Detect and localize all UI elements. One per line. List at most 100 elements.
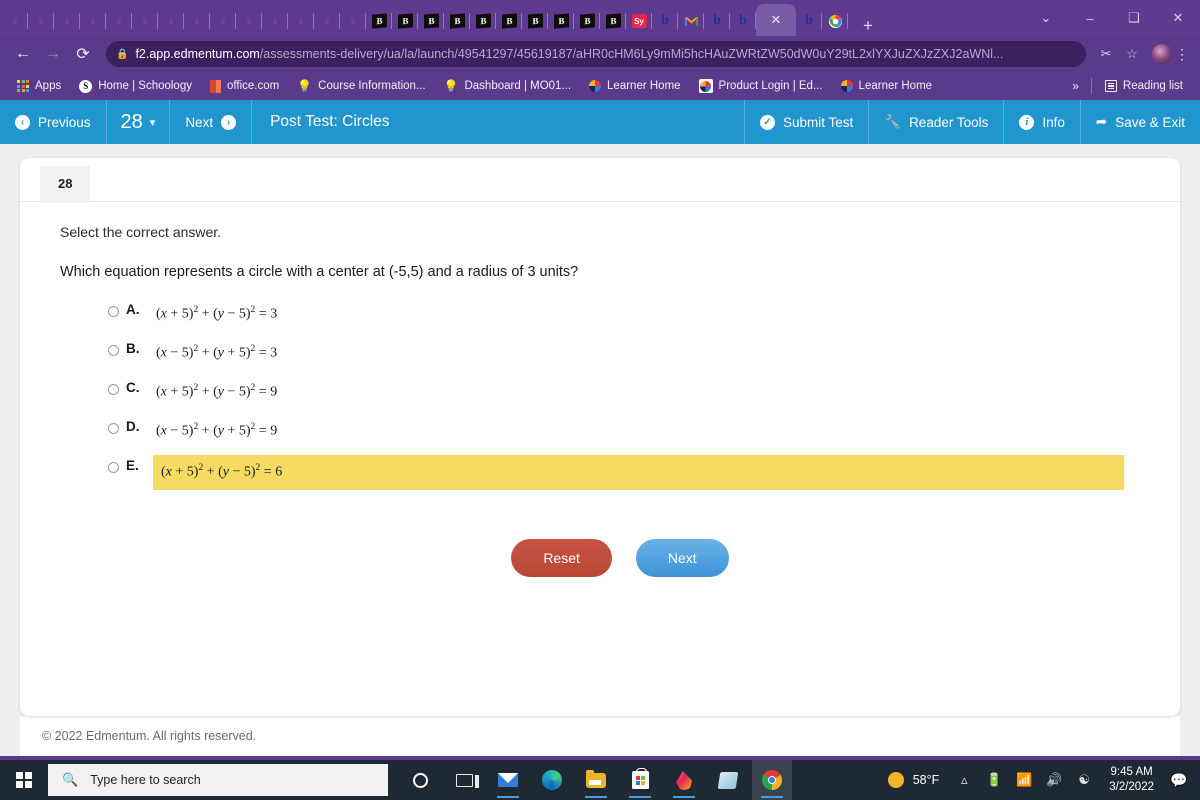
bookmark-learner-home-2[interactable]: Learner Home bbox=[832, 75, 942, 97]
option-row[interactable]: B. (x − 5)2 + (y + 5)2 = 3 bbox=[60, 341, 1180, 380]
tab-course-6[interactable]: ♀ bbox=[132, 6, 158, 36]
start-button[interactable] bbox=[0, 760, 48, 800]
bookmarks-bar: Apps S Home | Schoology office.com 💡 Cou… bbox=[0, 72, 1200, 100]
bookmark-learner-home-1[interactable]: Learner Home bbox=[580, 75, 690, 97]
minimize-button[interactable]: – bbox=[1068, 11, 1112, 26]
avatar[interactable] bbox=[1152, 44, 1172, 64]
tab-bigideas-7[interactable]: B bbox=[522, 6, 548, 36]
radio-button[interactable] bbox=[108, 345, 119, 356]
save-exit-button[interactable]: ➦ Save & Exit bbox=[1079, 100, 1200, 144]
bookmark-dashboard[interactable]: 💡 Dashboard | MO01... bbox=[435, 75, 581, 97]
tab-bigideas-2[interactable]: B bbox=[392, 6, 418, 36]
tab-bold-b-1[interactable]: b bbox=[652, 6, 678, 36]
bookmark-star-icon[interactable]: ☆ bbox=[1120, 46, 1144, 62]
chrome-button[interactable] bbox=[752, 760, 792, 800]
windows-taskbar: 🔍 Type here to search 58°F ▵ 🔋 📶 🔊 ☯ 9:4… bbox=[0, 760, 1200, 800]
tab-bigideas-3[interactable]: B bbox=[418, 6, 444, 36]
kebab-menu-icon[interactable]: ⋮ bbox=[1172, 46, 1192, 63]
tab-sy[interactable]: Sy bbox=[626, 6, 652, 36]
tab-course-11[interactable]: ♀ bbox=[262, 6, 288, 36]
tab-bigideas-1[interactable]: B bbox=[366, 6, 392, 36]
previous-button[interactable]: ‹ Previous bbox=[0, 100, 107, 144]
close-window-button[interactable]: ✕ bbox=[1156, 10, 1200, 26]
tab-course-1[interactable]: ♀ bbox=[2, 6, 28, 36]
paint3d-button[interactable] bbox=[664, 760, 704, 800]
tab-course-4[interactable]: ♀ bbox=[80, 6, 106, 36]
option-row[interactable]: C. (x + 5)2 + (y − 5)2 = 9 bbox=[60, 380, 1180, 419]
tab-course-7[interactable]: ♀ bbox=[158, 6, 184, 36]
share-icon[interactable]: ✂ bbox=[1094, 46, 1118, 62]
maximize-button[interactable]: ❑ bbox=[1112, 10, 1156, 26]
reader-tools-button[interactable]: 🔧 Reader Tools bbox=[868, 100, 1003, 144]
tab-bigideas-9[interactable]: B bbox=[574, 6, 600, 36]
info-button[interactable]: i Info bbox=[1003, 100, 1080, 144]
tab-course-5[interactable]: ♀ bbox=[106, 6, 132, 36]
address-bar[interactable]: 🔒 f2.app.edmentum.com/assessments-delive… bbox=[106, 41, 1086, 67]
tab-course-2[interactable]: ♀ bbox=[28, 6, 54, 36]
tab-bigideas-10[interactable]: B bbox=[600, 6, 626, 36]
reading-list-button[interactable]: Reading list bbox=[1096, 75, 1192, 97]
window-controls: ⌄ – ❑ ✕ bbox=[1024, 0, 1200, 36]
submit-test-button[interactable]: ✓ Submit Test bbox=[743, 100, 868, 144]
question-number-dropdown[interactable]: 28 ▾ bbox=[107, 100, 171, 144]
bookmark-schoology[interactable]: S Home | Schoology bbox=[70, 75, 201, 97]
taskbar-clock[interactable]: 9:45 AM 3/2/2022 bbox=[1099, 765, 1164, 795]
tab-bold-b-2[interactable]: b bbox=[704, 6, 730, 36]
store-button[interactable] bbox=[620, 760, 660, 800]
weather-widget[interactable]: 58°F bbox=[878, 772, 950, 788]
tab-bold-b-4[interactable]: b bbox=[796, 6, 822, 36]
bookmark-apps[interactable]: Apps bbox=[8, 75, 70, 97]
radio-button[interactable] bbox=[108, 306, 119, 317]
edmentum-icon bbox=[840, 80, 853, 92]
edge-button[interactable] bbox=[532, 760, 572, 800]
tab-bigideas-4[interactable]: B bbox=[444, 6, 470, 36]
tab-bigideas-6[interactable]: B bbox=[496, 6, 522, 36]
mail-button[interactable] bbox=[488, 760, 528, 800]
tab-gmail[interactable] bbox=[678, 6, 704, 36]
reload-button[interactable]: ⟳ bbox=[68, 44, 98, 64]
tab-active-edmentum[interactable]: ✕ bbox=[756, 4, 796, 36]
chevron-up-icon[interactable]: ▵ bbox=[949, 772, 979, 788]
new-tab-button[interactable]: + bbox=[856, 16, 880, 36]
tab-course-8[interactable]: ♀ bbox=[184, 6, 210, 36]
action-buttons: Reset Next bbox=[60, 539, 1180, 577]
back-button[interactable]: ← bbox=[8, 45, 38, 63]
tab-google[interactable] bbox=[822, 6, 848, 36]
tab-course-10[interactable]: ♀ bbox=[236, 6, 262, 36]
next-button-toolbar[interactable]: Next › bbox=[170, 100, 253, 144]
option-row[interactable]: A. (x + 5)2 + (y − 5)2 = 3 bbox=[60, 302, 1180, 341]
bookmark-product-login[interactable]: Product Login | Ed... bbox=[690, 75, 832, 97]
taskbar-search-input[interactable]: 🔍 Type here to search bbox=[48, 764, 388, 796]
file-explorer-button[interactable] bbox=[576, 760, 616, 800]
forward-button[interactable]: → bbox=[38, 45, 68, 63]
tab-search-icon[interactable]: ⌄ bbox=[1024, 10, 1068, 26]
wifi-icon[interactable]: 📶 bbox=[1009, 772, 1039, 788]
radio-button[interactable] bbox=[108, 423, 119, 434]
tab-course-3[interactable]: ♀ bbox=[54, 6, 80, 36]
battery-icon[interactable]: 🔋 bbox=[979, 772, 1009, 788]
tab-bigideas-8[interactable]: B bbox=[548, 6, 574, 36]
radio-button[interactable] bbox=[108, 462, 119, 473]
tab-course-14[interactable]: ♀ bbox=[340, 6, 366, 36]
next-button[interactable]: Next bbox=[635, 539, 729, 577]
bookmarks-overflow-icon[interactable]: » bbox=[1064, 79, 1087, 93]
tab-bold-b-3[interactable]: b bbox=[730, 6, 756, 36]
cortana-button[interactable] bbox=[400, 760, 440, 800]
sticky-notes-button[interactable] bbox=[708, 760, 748, 800]
reset-button[interactable]: Reset bbox=[511, 539, 612, 577]
bluetooth-icon[interactable]: ☯ bbox=[1069, 772, 1099, 788]
option-row[interactable]: E. (x + 5)2 + (y − 5)2 = 6 bbox=[60, 455, 1180, 497]
radio-button[interactable] bbox=[108, 384, 119, 395]
tab-course-9[interactable]: ♀ bbox=[210, 6, 236, 36]
reading-list-label: Reading list bbox=[1122, 80, 1183, 92]
speech-bubble-icon[interactable]: 💬 bbox=[1164, 772, 1194, 789]
tab-bigideas-5[interactable]: B bbox=[470, 6, 496, 36]
volume-icon[interactable]: 🔊 bbox=[1039, 772, 1069, 788]
tab-course-13[interactable]: ♀ bbox=[314, 6, 340, 36]
bookmark-office[interactable]: office.com bbox=[201, 75, 288, 97]
bookmark-course-information[interactable]: 💡 Course Information... bbox=[288, 75, 434, 97]
close-icon[interactable]: ✕ bbox=[771, 12, 782, 28]
task-view-button[interactable] bbox=[444, 760, 484, 800]
tab-course-12[interactable]: ♀ bbox=[288, 6, 314, 36]
option-row[interactable]: D. (x − 5)2 + (y + 5)2 = 9 bbox=[60, 419, 1180, 458]
